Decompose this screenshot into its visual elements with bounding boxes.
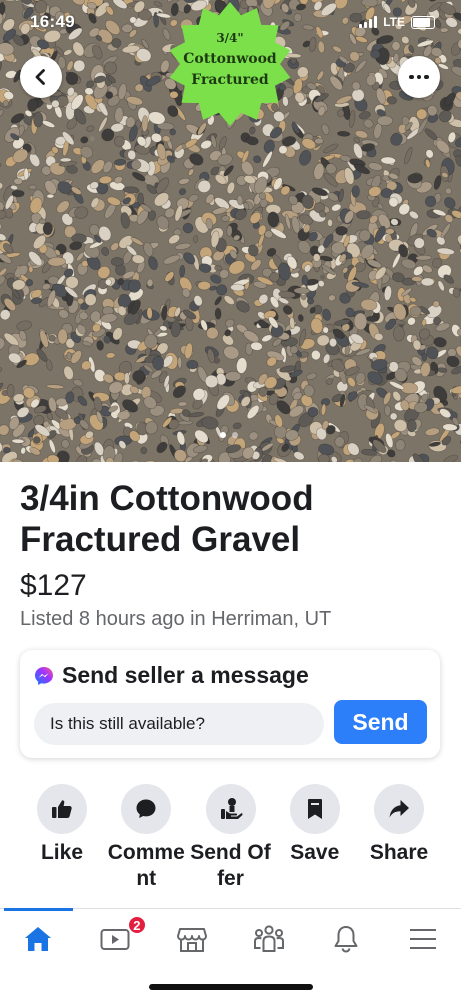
message-input[interactable] bbox=[34, 703, 324, 745]
home-indicator bbox=[149, 984, 313, 990]
tab-menu[interactable] bbox=[384, 909, 461, 969]
send-offer-label: Send Offer bbox=[190, 841, 271, 890]
badge-line-3: Fractured bbox=[191, 72, 269, 88]
menu-icon bbox=[409, 929, 436, 949]
offer-icon bbox=[220, 798, 243, 819]
message-seller-card: Send seller a message Send bbox=[20, 650, 440, 758]
send-offer-circle bbox=[205, 784, 256, 834]
more-options-button[interactable] bbox=[398, 56, 440, 98]
listing-title: 3/4in Cottonwood Fractured Gravel bbox=[20, 479, 314, 559]
badge-line-2: Cottonwood bbox=[183, 51, 277, 67]
tab-home[interactable] bbox=[0, 908, 77, 969]
send-button[interactable]: Send bbox=[334, 700, 427, 744]
status-time: 16:49 bbox=[30, 12, 75, 31]
network-label: LTE bbox=[383, 15, 405, 29]
battery-icon bbox=[411, 15, 435, 29]
save-label: Save bbox=[290, 841, 340, 864]
like-button[interactable]: Like bbox=[20, 784, 104, 892]
chevron-left-icon bbox=[35, 69, 45, 85]
comment-button[interactable]: Comment bbox=[104, 784, 188, 892]
listing-price: $127 bbox=[20, 569, 87, 602]
back-button[interactable] bbox=[20, 56, 62, 98]
photo-badge-text: 3/4" Cottonwood Fractured bbox=[158, 28, 302, 91]
tab-groups[interactable] bbox=[230, 909, 307, 969]
video-notification-badge: 2 bbox=[126, 915, 147, 935]
badge-line-1: 3/4" bbox=[216, 31, 244, 45]
share-circle bbox=[374, 784, 424, 834]
save-button[interactable]: Save bbox=[273, 784, 357, 892]
listing-meta: Listed 8 hours ago in Herriman, UT bbox=[20, 608, 332, 630]
thumbs-up-icon bbox=[52, 800, 72, 818]
video-icon bbox=[100, 929, 130, 950]
tab-video[interactable]: 2 bbox=[77, 909, 154, 969]
share-arrow-icon bbox=[389, 800, 409, 818]
pager-dot bbox=[232, 432, 238, 438]
messenger-icon bbox=[35, 666, 53, 685]
bookmark-icon bbox=[307, 799, 322, 819]
tab-notifications[interactable] bbox=[307, 909, 384, 969]
home-icon bbox=[25, 927, 52, 951]
groups-icon bbox=[253, 925, 284, 952]
like-circle bbox=[37, 784, 87, 834]
marketplace-icon bbox=[177, 928, 208, 952]
more-dots-icon bbox=[409, 74, 429, 80]
status-icons: LTE bbox=[359, 15, 435, 29]
tab-marketplace[interactable] bbox=[154, 909, 231, 969]
share-label: Share bbox=[369, 841, 429, 864]
comment-circle bbox=[121, 784, 172, 834]
bottom-tab-bar: 2 bbox=[0, 908, 461, 969]
comment-label: Comment bbox=[107, 841, 185, 890]
listing-actions: Like Comment Send Offer Save Share bbox=[20, 784, 441, 892]
send-offer-button[interactable]: Send Offer bbox=[189, 784, 273, 892]
message-card-title: Send seller a message bbox=[62, 662, 309, 688]
save-circle bbox=[289, 784, 340, 834]
signal-icon bbox=[359, 16, 378, 28]
comment-icon bbox=[136, 799, 156, 818]
share-button[interactable]: Share bbox=[357, 784, 441, 892]
bell-icon bbox=[334, 926, 358, 953]
photo-pager bbox=[220, 432, 238, 438]
pager-dot-active bbox=[220, 432, 226, 438]
like-label: Like bbox=[40, 841, 84, 864]
listing-photo[interactable]: 16:49 LTE 3/4" Cottonwood Fractured bbox=[0, 0, 461, 462]
message-card-header: Send seller a message bbox=[34, 662, 309, 689]
